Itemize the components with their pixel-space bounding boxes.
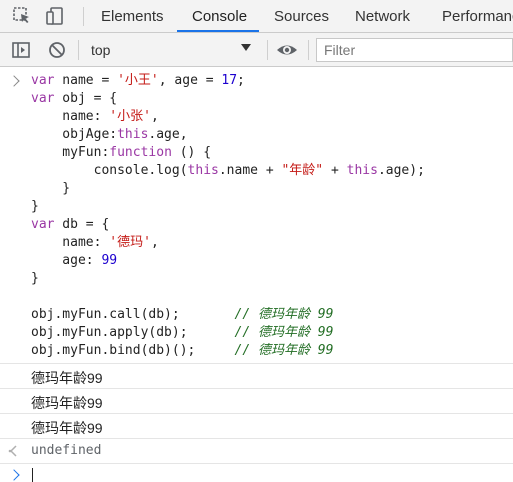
- code-line: var name = '小王', age = 17;: [31, 73, 245, 88]
- console-prompt-caret[interactable]: [32, 468, 33, 482]
- tab-elements[interactable]: Elements: [101, 8, 164, 25]
- inspect-icon[interactable]: [12, 6, 32, 26]
- sidebar-toggle-icon[interactable]: [11, 40, 31, 60]
- return-value: undefined: [31, 443, 102, 458]
- prompt-chevron-icon: [8, 75, 20, 87]
- code-line: }: [31, 271, 39, 286]
- log-message: 德玛年龄99: [0, 364, 513, 389]
- eye-icon[interactable]: [276, 40, 298, 60]
- log-text: 德玛年龄99: [31, 420, 103, 436]
- device-toggle-icon[interactable]: [45, 6, 65, 26]
- return-arrow-icon: [8, 445, 17, 457]
- toolbar-separator: [267, 40, 268, 60]
- code-line: obj.myFun.apply(db); // 德玛年龄 99: [31, 325, 334, 340]
- active-tab-indicator: [177, 30, 259, 32]
- code-line: obj.myFun.call(db); // 德玛年龄 99: [31, 307, 334, 322]
- tab-separator: [83, 7, 84, 26]
- toolbar-separator: [308, 40, 309, 60]
- console-toolbar: top Filter: [0, 33, 513, 67]
- code-line: }: [31, 181, 71, 196]
- console-input-entry: var name = '小王', age = 17; var obj = { n…: [0, 67, 513, 364]
- devtools-tab-bar: Elements Console Sources Network Perform…: [0, 0, 513, 33]
- code-line: var obj = {: [31, 91, 118, 106]
- code-line: age: 99: [31, 253, 118, 268]
- filter-placeholder: Filter: [324, 42, 356, 58]
- code-line: console.log(this.name + "年龄" + this.age)…: [31, 163, 425, 178]
- return-value-row: undefined: [0, 439, 513, 464]
- code-line: obj.myFun.bind(db)(); // 德玛年龄 99: [31, 343, 334, 358]
- log-message: 德玛年龄99: [0, 389, 513, 414]
- toolbar-separator: [78, 40, 79, 60]
- filter-input[interactable]: Filter: [316, 38, 513, 62]
- context-value: top: [91, 42, 111, 58]
- context-selector[interactable]: top: [81, 38, 259, 62]
- tab-sources[interactable]: Sources: [274, 8, 329, 25]
- code-line: objAge:this.age,: [31, 127, 188, 142]
- tab-performance[interactable]: Performanc: [442, 8, 513, 25]
- tab-console[interactable]: Console: [192, 8, 247, 25]
- code-line: }: [31, 199, 39, 214]
- code-line: name: '德玛',: [31, 235, 159, 250]
- code-line: myFun:function () {: [31, 145, 212, 160]
- console-output[interactable]: var name = '小王', age = 17; var obj = { n…: [0, 67, 513, 482]
- log-text: 德玛年龄99: [31, 395, 103, 411]
- log-message: 德玛年龄99: [0, 414, 513, 439]
- code-line: name: '小张',: [31, 109, 159, 124]
- clear-console-icon[interactable]: [47, 40, 67, 60]
- chevron-down-icon: [241, 44, 251, 51]
- log-text: 德玛年龄99: [31, 370, 103, 386]
- tab-network[interactable]: Network: [355, 8, 410, 25]
- code-line: var db = {: [31, 217, 110, 232]
